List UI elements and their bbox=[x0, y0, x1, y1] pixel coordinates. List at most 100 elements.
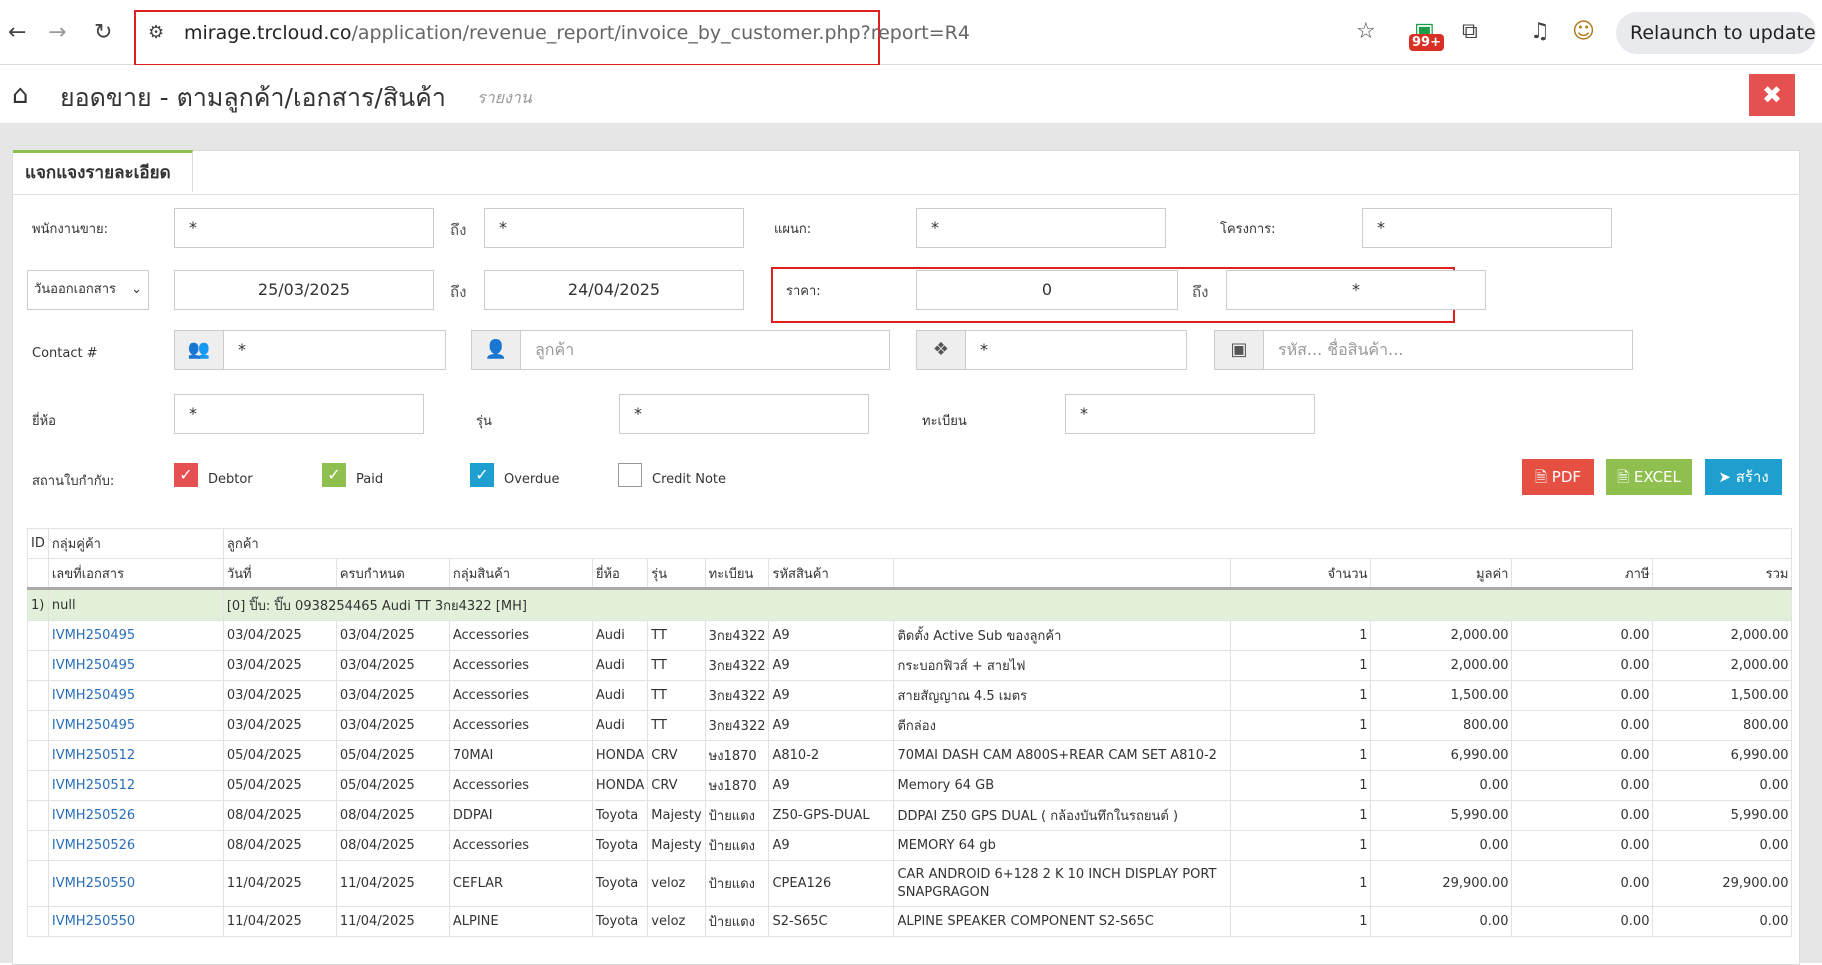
salesperson-from-input[interactable]: * bbox=[174, 208, 434, 248]
table-cell: 08/04/2025 bbox=[222, 830, 337, 861]
doc-number-link[interactable]: IVMH250495 bbox=[52, 688, 135, 703]
doc-number-link[interactable]: IVMH250495 bbox=[52, 658, 135, 673]
table-cell: 0.00 bbox=[1511, 830, 1654, 861]
doc-number-cell: IVMH250550 bbox=[47, 860, 224, 907]
table-cell: A9 bbox=[768, 770, 895, 801]
price-to-input[interactable]: * bbox=[1226, 270, 1486, 310]
doc-number-link[interactable]: IVMH250526 bbox=[52, 808, 135, 823]
forward-icon[interactable]: → bbox=[48, 20, 66, 45]
table-cell: 1 bbox=[1230, 800, 1372, 831]
excel-button[interactable]: 🗎 EXCEL bbox=[1606, 459, 1692, 495]
contact-input[interactable]: * bbox=[223, 330, 446, 370]
table-cell: 2,000.00 bbox=[1652, 620, 1793, 651]
table-cell: 1 bbox=[1230, 830, 1372, 861]
price-to-label: ถึง bbox=[1192, 283, 1209, 301]
header-customer: ลูกค้า bbox=[222, 528, 1793, 559]
doc-number-cell: IVMH250526 bbox=[47, 830, 224, 861]
table-cell: ป้ายแดง bbox=[704, 800, 770, 831]
relaunch-button[interactable]: Relaunch to update bbox=[1616, 12, 1816, 54]
url-path: /application/revenue_report/invoice_by_c… bbox=[351, 22, 970, 44]
table-cell: 1 bbox=[1230, 620, 1372, 651]
address-bar[interactable]: mirage.trcloud.co/application/revenue_re… bbox=[184, 22, 970, 44]
profile-avatar-icon[interactable]: ☺ bbox=[1572, 19, 1595, 44]
column-header: รหัสสินค้า bbox=[768, 558, 895, 589]
media-control-icon[interactable]: ♫ bbox=[1530, 19, 1550, 44]
salesperson-label: พนักงานขาย: bbox=[32, 222, 109, 237]
table-cell: 11/04/2025 bbox=[222, 860, 337, 907]
doc-number-link[interactable]: IVMH250495 bbox=[52, 628, 135, 643]
customer-input[interactable]: ลูกค้า bbox=[520, 330, 890, 370]
table-cell: 0.00 bbox=[1511, 800, 1654, 831]
status-checkbox-paid[interactable]: ✓ bbox=[322, 463, 346, 487]
date-from-input[interactable]: 25/03/2025 bbox=[174, 270, 434, 310]
doc-number-link[interactable]: IVMH250550 bbox=[52, 876, 135, 891]
table-cell: 03/04/2025 bbox=[222, 710, 337, 741]
table-cell: 6,990.00 bbox=[1652, 740, 1793, 771]
doc-number-cell: IVMH250550 bbox=[47, 906, 224, 937]
table-cell: 1 bbox=[1230, 680, 1372, 711]
row-blank bbox=[27, 650, 49, 681]
group-row: 1) null [0] ปิ๊บ: ปิ๊บ 0938254465 Audi TT … bbox=[27, 588, 1793, 621]
close-button[interactable]: ✖ bbox=[1749, 74, 1795, 116]
table-cell: A9 bbox=[768, 650, 895, 681]
status-checkbox-credit-note[interactable] bbox=[618, 463, 642, 487]
doc-number-link[interactable]: IVMH250495 bbox=[52, 718, 135, 733]
row-blank bbox=[27, 710, 49, 741]
doc-number-cell: IVMH250512 bbox=[47, 740, 224, 771]
cubes-icon: ❖ bbox=[916, 330, 966, 370]
table-cell: 03/04/2025 bbox=[335, 710, 450, 741]
site-settings-icon[interactable]: ⚙ bbox=[148, 22, 164, 43]
table-cell: ษง1870 bbox=[704, 740, 770, 771]
row-blank bbox=[27, 770, 49, 801]
doc-number-link[interactable]: IVMH250550 bbox=[52, 914, 135, 929]
product-input[interactable]: รหัส... ชื่อสินค้า... bbox=[1263, 330, 1633, 370]
plate-input[interactable]: * bbox=[1065, 394, 1315, 434]
model-input[interactable]: * bbox=[619, 394, 869, 434]
table-cell: 3กย4322 bbox=[704, 620, 770, 651]
tab-detail[interactable]: แจกแจงรายละเอียด bbox=[13, 150, 193, 192]
table-row: IVMH250550 11/04/2025 11/04/2025 ALPINE Toyo… bbox=[27, 906, 1793, 937]
table-cell: 03/04/2025 bbox=[222, 680, 337, 711]
table-cell: Audi bbox=[591, 710, 649, 741]
department-input[interactable]: * bbox=[916, 208, 1166, 248]
table-cell: A9 bbox=[768, 620, 895, 651]
table-cell: ALPINE SPEAKER COMPONENT S2-S65C bbox=[893, 906, 1232, 937]
excel-label: EXCEL bbox=[1633, 468, 1681, 486]
table-cell: CAR ANDROID 6+128 2 K 10 INCH DISPLAY PO… bbox=[893, 860, 1232, 907]
table-cell: TT bbox=[647, 680, 706, 711]
back-icon[interactable]: ← bbox=[8, 20, 26, 45]
product-group-input[interactable]: * bbox=[965, 330, 1187, 370]
table-cell: Audi bbox=[591, 680, 649, 711]
doc-number-cell: IVMH250495 bbox=[47, 650, 224, 681]
bookmark-star-icon[interactable]: ☆ bbox=[1356, 19, 1376, 44]
table-row: IVMH250495 03/04/2025 03/04/2025 Accessorie… bbox=[27, 650, 1793, 681]
project-input[interactable]: * bbox=[1362, 208, 1612, 248]
table-cell: Audi bbox=[591, 650, 649, 681]
status-checkbox-debtor[interactable]: ✓ bbox=[174, 463, 198, 487]
table-cell: Toyota bbox=[591, 800, 649, 831]
status-checkbox-overdue[interactable]: ✓ bbox=[470, 463, 494, 487]
doc-number-cell: IVMH250495 bbox=[47, 710, 224, 741]
date-to-input[interactable]: 24/04/2025 bbox=[484, 270, 744, 310]
date-type-select[interactable]: วันออกเอกสาร ⌄ bbox=[27, 270, 149, 310]
date-to-label: ถึง bbox=[450, 283, 467, 301]
extensions-puzzle-icon[interactable]: ⧉ bbox=[1462, 19, 1478, 44]
department-label: แผนก: bbox=[774, 222, 812, 237]
doc-number-link[interactable]: IVMH250526 bbox=[52, 838, 135, 853]
salesperson-to-input[interactable]: * bbox=[484, 208, 744, 248]
pdf-button[interactable]: 🗎 PDF bbox=[1522, 459, 1594, 495]
price-from-input[interactable]: 0 bbox=[916, 270, 1178, 310]
table-cell: 05/04/2025 bbox=[335, 770, 450, 801]
table-cell: 5,990.00 bbox=[1370, 800, 1513, 831]
doc-number-link[interactable]: IVMH250512 bbox=[52, 778, 135, 793]
doc-number-link[interactable]: IVMH250512 bbox=[52, 748, 135, 763]
reload-icon[interactable]: ↻ bbox=[94, 20, 112, 45]
group-customer: [0] ปิ๊บ: ปิ๊บ 0938254465 Audi TT 3กย432… bbox=[222, 588, 1793, 621]
create-button[interactable]: ➤ สร้าง bbox=[1705, 459, 1782, 495]
column-header: จำนวน bbox=[1230, 558, 1372, 589]
column-header: รุ่น bbox=[647, 558, 706, 589]
brand-input[interactable]: * bbox=[174, 394, 424, 434]
home-icon[interactable]: ⌂ bbox=[12, 80, 29, 110]
table-cell: Accessories bbox=[448, 830, 593, 861]
table-cell: 0.00 bbox=[1511, 906, 1654, 937]
